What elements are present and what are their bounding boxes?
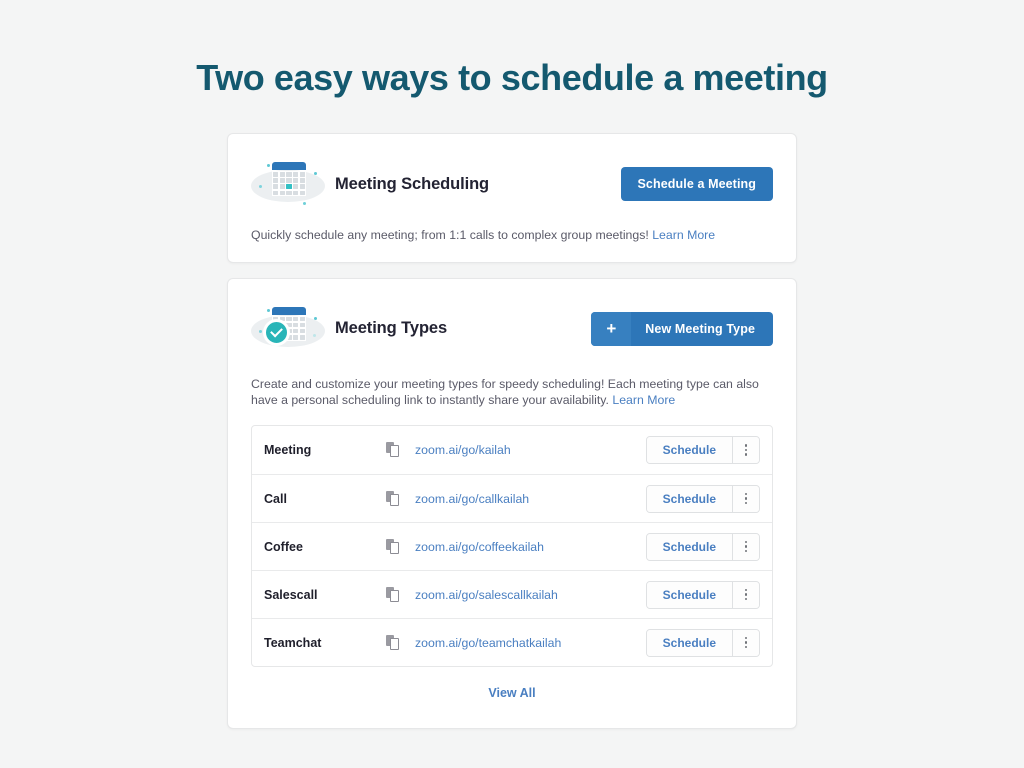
table-row: Teamchat zoom.ai/go/teamchatkailah Schedul… xyxy=(252,618,772,666)
view-all-container: View All xyxy=(251,667,773,710)
decor-dot xyxy=(314,172,317,176)
more-vertical-icon[interactable] xyxy=(732,437,759,464)
meeting-types-heading: Meeting Types xyxy=(335,319,448,338)
meeting-type-link[interactable]: zoom.ai/go/callkailah xyxy=(415,492,646,506)
decor-dot xyxy=(259,329,262,333)
schedule-button[interactable]: Schedule xyxy=(646,581,732,608)
table-row: Meeting zoom.ai/go/kailah Schedule xyxy=(252,426,772,474)
calendar-grid xyxy=(272,171,306,197)
more-vertical-icon[interactable] xyxy=(732,581,759,608)
row-actions: Schedule xyxy=(645,628,760,657)
page-title: Two easy ways to schedule a meeting xyxy=(196,57,828,98)
table-row: Salescall zoom.ai/go/salescallkailah Sched… xyxy=(252,570,772,618)
more-vertical-icon[interactable] xyxy=(732,629,759,656)
meeting-type-link[interactable]: zoom.ai/go/salescallkailah xyxy=(415,588,646,602)
meeting-type-name: Salescall xyxy=(264,587,318,602)
schedule-button[interactable]: Schedule xyxy=(646,485,732,512)
calendar-header-bar xyxy=(272,162,306,171)
meeting-type-name: Teamchat xyxy=(264,635,322,650)
meeting-types-description: Create and customize your meeting types … xyxy=(251,376,773,409)
copy-icon[interactable] xyxy=(386,538,406,555)
cards-container: Meeting Scheduling Schedule a Meeting Qu… xyxy=(227,99,797,730)
copy-icon[interactable] xyxy=(386,442,406,458)
meeting-types-card: Meeting Types + New Meeting Type Create … xyxy=(227,277,797,730)
view-all-link[interactable]: View All xyxy=(488,686,535,700)
table-row: Coffee zoom.ai/go/coffeekailah Schedule xyxy=(252,522,772,570)
meeting-scheduling-description: Quickly schedule any meeting; from 1:1 c… xyxy=(251,227,773,243)
meeting-type-name: Call xyxy=(264,491,287,506)
row-actions: Schedule xyxy=(645,436,760,465)
calendar-header-bar xyxy=(272,306,306,315)
row-actions: Schedule xyxy=(645,532,760,561)
decor-dot xyxy=(313,333,316,337)
meeting-scheduling-heading: Meeting Scheduling xyxy=(335,174,490,193)
calendar-glyph xyxy=(272,162,306,197)
meeting-type-link[interactable]: zoom.ai/go/coffeekailah xyxy=(415,540,646,554)
row-actions: Schedule xyxy=(645,580,760,609)
description-text: Quickly schedule any meeting; from 1:1 c… xyxy=(251,228,649,243)
meeting-scheduling-header: Meeting Scheduling Schedule a Meeting xyxy=(251,156,773,212)
calendar-check-icon xyxy=(251,301,325,357)
meeting-types-header: Meeting Types + New Meeting Type xyxy=(251,301,773,357)
description-text: Create and customize your meeting types … xyxy=(251,376,759,407)
schedule-button[interactable]: Schedule xyxy=(646,629,732,656)
more-vertical-icon[interactable] xyxy=(732,485,759,512)
decor-dot xyxy=(303,202,306,206)
row-actions: Schedule xyxy=(645,484,760,513)
meeting-type-link[interactable]: zoom.ai/go/teamchatkailah xyxy=(415,636,646,650)
schedule-button[interactable]: Schedule xyxy=(646,533,732,560)
decor-dot xyxy=(314,316,317,320)
copy-icon[interactable] xyxy=(386,586,406,603)
table-row: Call zoom.ai/go/callkailah Schedule xyxy=(252,474,772,522)
check-circle-icon xyxy=(263,318,290,346)
decor-dot xyxy=(267,164,270,168)
meeting-types-list: Meeting zoom.ai/go/kailah Schedule Call zoom… xyxy=(251,425,773,668)
schedule-a-meeting-button[interactable]: Schedule a Meeting xyxy=(620,167,773,202)
meeting-type-name: Meeting xyxy=(264,443,312,458)
schedule-button[interactable]: Schedule xyxy=(646,437,732,464)
meeting-type-name: Coffee xyxy=(264,539,303,554)
calendar-icon xyxy=(251,156,325,212)
learn-more-link[interactable]: Learn More xyxy=(612,393,675,407)
copy-icon[interactable] xyxy=(386,490,406,507)
learn-more-link[interactable]: Learn More xyxy=(652,228,715,242)
decor-dot xyxy=(267,308,270,312)
more-vertical-icon[interactable] xyxy=(732,533,759,560)
copy-icon[interactable] xyxy=(386,634,406,651)
new-meeting-type-button[interactable]: + New Meeting Type xyxy=(591,311,773,346)
meeting-scheduling-card: Meeting Scheduling Schedule a Meeting Qu… xyxy=(227,133,797,263)
meeting-scheduling-card-body: Meeting Scheduling Schedule a Meeting Qu… xyxy=(228,134,796,261)
plus-icon: + xyxy=(591,311,632,346)
meeting-types-card-body: Meeting Types + New Meeting Type Create … xyxy=(228,279,796,729)
meeting-type-link[interactable]: zoom.ai/go/kailah xyxy=(415,443,646,457)
new-meeting-type-label: New Meeting Type xyxy=(645,321,755,336)
